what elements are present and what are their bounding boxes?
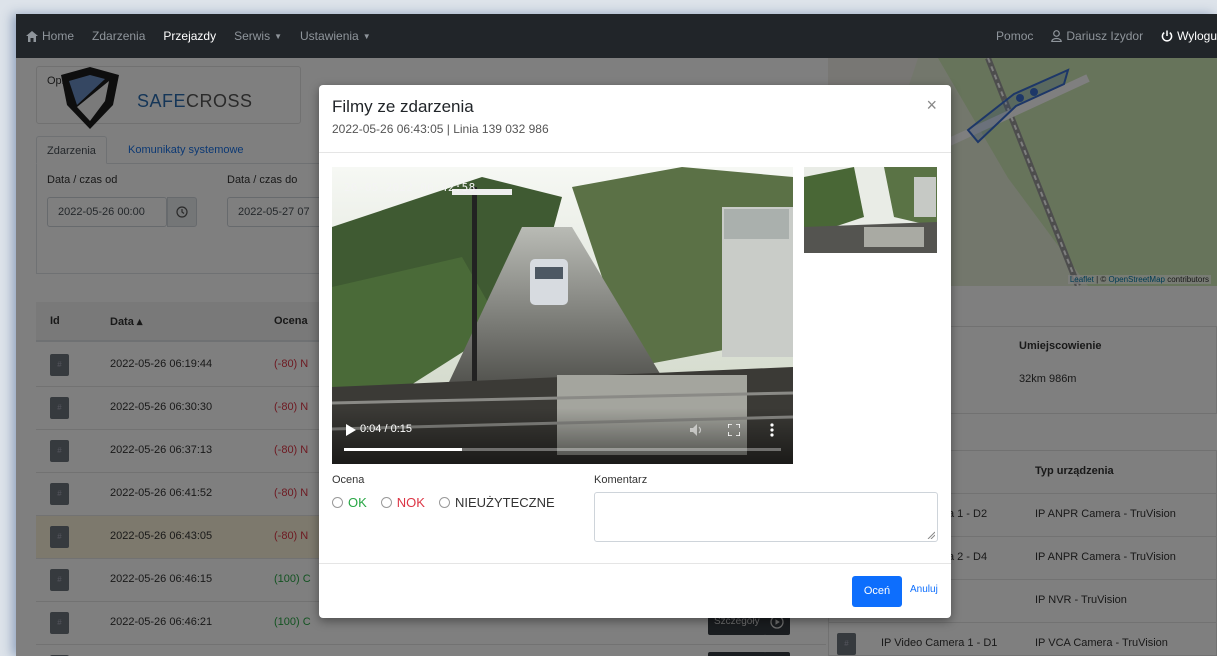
radio-useless-label: NIEUŻYTECZNE xyxy=(454,495,555,510)
radio-nok-circle[interactable] xyxy=(380,497,392,508)
nav-pomoc[interactable]: Pomoc xyxy=(996,29,1033,43)
nav-user[interactable]: Dariusz Izydor xyxy=(1051,29,1143,43)
caret-down-icon: ▼ xyxy=(274,31,283,41)
more-options-icon[interactable] xyxy=(770,423,774,437)
nav-serwis-label: Serwis xyxy=(234,29,271,43)
komentarz-textarea[interactable] xyxy=(594,492,938,542)
video-time: 0:04 / 0:15 xyxy=(360,423,412,435)
volume-icon[interactable] xyxy=(690,424,704,436)
video-player[interactable]: 26-05-2022 06:42:58 0:04 / 0:15 xyxy=(332,167,793,464)
modal-header-divider xyxy=(319,152,951,153)
video-thumbnail[interactable] xyxy=(804,167,937,253)
power-icon xyxy=(1161,30,1173,42)
radio-nok-label: NOK xyxy=(396,495,425,510)
top-navbar: Home Zdarzenia Przejazdy Serwis ▼ Ustawie… xyxy=(16,14,1217,58)
nav-logout-label: Wylogu xyxy=(1177,29,1217,43)
modal-close-button[interactable]: × xyxy=(926,95,937,116)
caret-down-icon: ▼ xyxy=(362,31,371,41)
nav-home-label: Home xyxy=(42,29,75,43)
video-timestamp-overlay: 26-05-2022 06:42:58 xyxy=(344,181,476,194)
radio-useless-circle[interactable] xyxy=(438,497,450,508)
user-icon xyxy=(1051,30,1063,42)
nav-ustawienia-dropdown[interactable]: Ustawienia ▼ xyxy=(300,29,371,43)
radio-nok[interactable]: NOK xyxy=(380,495,425,510)
radio-ok-label: OK xyxy=(348,495,367,510)
play-icon[interactable] xyxy=(346,424,356,436)
ocena-label: Ocena xyxy=(332,474,365,486)
event-videos-modal: Filmy ze zdarzenia 2022-05-26 06:43:05 |… xyxy=(319,85,951,618)
fullscreen-icon[interactable] xyxy=(728,424,740,436)
nav-przejazdy[interactable]: Przejazdy xyxy=(163,29,216,43)
resize-handle-icon[interactable] xyxy=(927,531,935,539)
radio-ok-circle[interactable] xyxy=(332,497,343,508)
video-controls: 0:04 / 0:15 xyxy=(332,408,793,464)
nav-user-label: Dariusz Izydor xyxy=(1066,29,1144,43)
nav-home[interactable]: Home xyxy=(26,29,74,43)
video-progress-track[interactable] xyxy=(344,448,781,451)
nav-logout[interactable]: Wylogu xyxy=(1161,29,1217,43)
nav-serwis-dropdown[interactable]: Serwis ▼ xyxy=(234,29,282,43)
modal-subtitle: 2022-05-26 06:43:05 | Linia 139 032 986 xyxy=(332,122,549,136)
submit-rating-button[interactable]: Oceń xyxy=(852,576,902,607)
ocena-radio-group: OK NOK NIEUŻYTECZNE xyxy=(332,495,555,510)
nav-zdarzenia-label: Zdarzenia xyxy=(92,29,146,43)
app-window: Home Zdarzenia Przejazdy Serwis ▼ Ustawie… xyxy=(16,14,1217,656)
komentarz-label: Komentarz xyxy=(594,474,648,486)
radio-ok[interactable]: OK xyxy=(332,495,367,510)
nav-pomoc-label: Pomoc xyxy=(996,29,1034,43)
thumbnail-frame xyxy=(804,167,937,253)
cancel-button[interactable]: Anuluj xyxy=(910,584,938,595)
nav-zdarzenia[interactable]: Zdarzenia xyxy=(92,29,145,43)
nav-ustawienia-label: Ustawienia xyxy=(300,29,359,43)
nav-przejazdy-label: Przejazdy xyxy=(163,29,217,43)
modal-footer-divider xyxy=(319,563,951,564)
radio-useless[interactable]: NIEUŻYTECZNE xyxy=(438,495,555,510)
home-icon xyxy=(26,30,38,42)
video-progress-fill xyxy=(344,448,462,451)
modal-title: Filmy ze zdarzenia xyxy=(332,97,474,116)
